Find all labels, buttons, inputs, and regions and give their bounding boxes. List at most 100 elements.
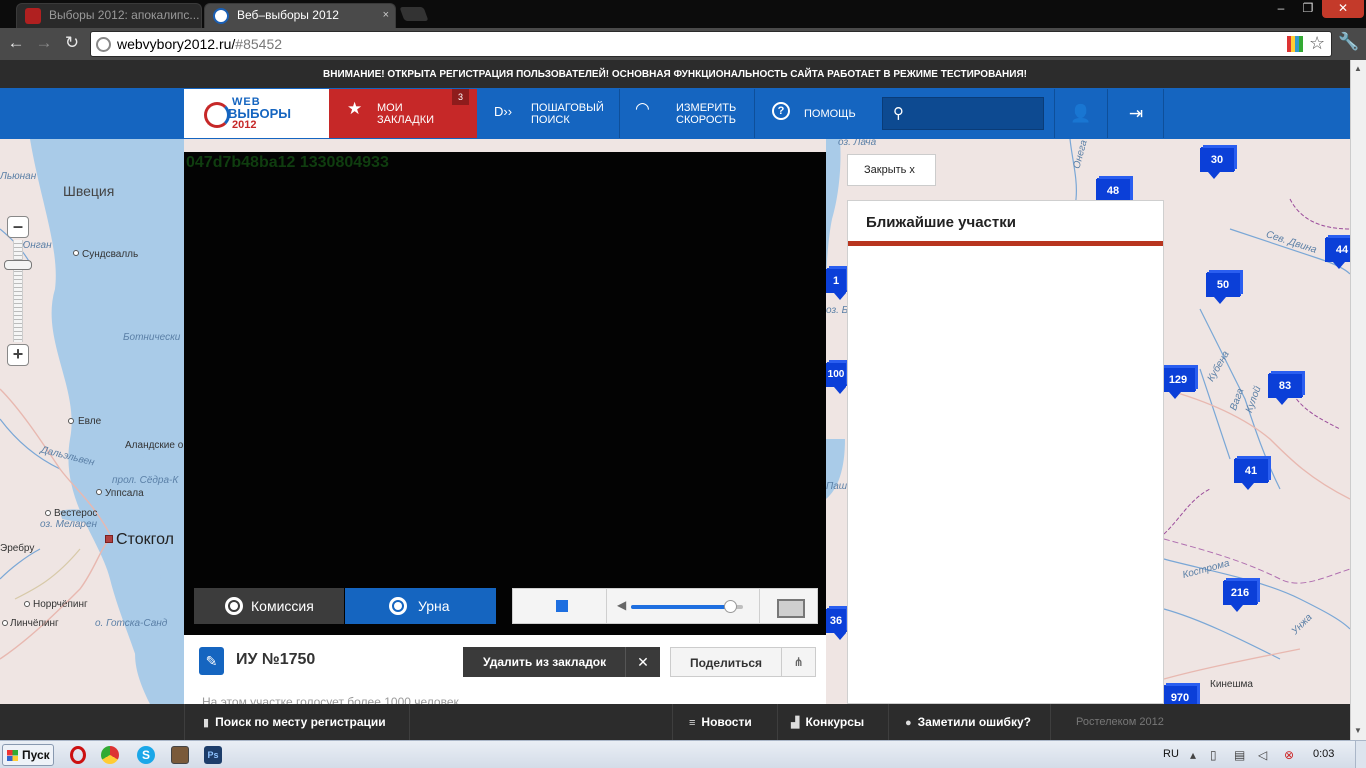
start-button[interactable]: Пуск xyxy=(2,744,54,766)
tray-up-arrow-icon[interactable]: ▴ xyxy=(1190,748,1196,762)
station-cluster-marker[interactable]: 83 xyxy=(1268,374,1302,405)
window-maximize-button[interactable]: ❐ xyxy=(1295,0,1321,18)
scroll-down-icon[interactable]: ▼ xyxy=(1354,726,1362,735)
back-arrow-icon[interactable]: ← xyxy=(5,32,27,54)
fullscreen-button[interactable] xyxy=(759,589,817,623)
video-stream-panel[interactable]: 047d7b48ba12 1330804933 Комиссия Урна ◀ xyxy=(184,152,826,635)
map-label-linkoping: Линчёпинг xyxy=(10,618,59,629)
zoom-in-button[interactable]: + xyxy=(7,344,29,366)
tab-title: Выборы 2012: апокалипс... xyxy=(49,8,200,22)
user-profile-button[interactable]: 👤 xyxy=(1054,89,1108,138)
station-cluster-marker[interactable]: 1 xyxy=(826,269,846,300)
station-cluster-marker[interactable]: 41 xyxy=(1234,459,1268,490)
camera-commission-label: Комиссия xyxy=(251,598,314,614)
map-label-norrkoping: Норрчёпинг xyxy=(33,599,88,610)
city-dot xyxy=(45,510,51,516)
map-label-aland: Аландские о xyxy=(125,440,184,451)
address-url[interactable]: webvybory2012.ru/#85452 xyxy=(117,36,282,52)
tray-alert-icon[interactable]: ⊗ xyxy=(1284,748,1294,762)
tray-device-icon[interactable]: ▯ xyxy=(1210,748,1217,762)
city-dot xyxy=(68,418,74,424)
station-cluster-marker[interactable]: 36 xyxy=(826,609,846,640)
logout-button[interactable]: ⇥ xyxy=(1109,89,1164,138)
nav-bookmarks-line1: МОИ xyxy=(377,102,403,114)
contests-link[interactable]: ▟ Конкурсы xyxy=(777,704,880,740)
browser-tab-active[interactable]: Веб–выборы 2012 × xyxy=(204,3,396,28)
show-desktop-button[interactable] xyxy=(1355,741,1366,768)
map-zoom-control: – + xyxy=(4,216,32,366)
window-minimize-button[interactable]: – xyxy=(1268,0,1294,18)
registration-search-link[interactable]: ▮ Поиск по месту регистрации xyxy=(184,704,410,740)
bookmark-star-icon[interactable]: ☆ xyxy=(1309,33,1325,54)
station-cluster-marker[interactable]: 50 xyxy=(1206,273,1240,304)
nav-my-bookmarks[interactable]: ★ МОИ ЗАКЛАДКИ 3 xyxy=(329,89,477,138)
map-label-lacha: оз. Лача xyxy=(838,139,877,148)
new-tab-button[interactable] xyxy=(399,7,429,21)
search-icon[interactable]: ⚲ xyxy=(893,104,904,122)
station-cluster-marker[interactable]: 970 xyxy=(1163,686,1197,704)
chrome-app-icon[interactable] xyxy=(101,746,119,764)
registration-notice: ВНИМАНИЕ! ОТКРЫТА РЕГИСТРАЦИЯ ПОЛЬЗОВАТЕ… xyxy=(0,60,1350,88)
station-cluster-marker[interactable]: 100 xyxy=(826,363,846,394)
volume-thumb[interactable] xyxy=(723,600,737,613)
skype-app-icon[interactable]: S xyxy=(137,746,155,764)
browser-tab-inactive[interactable]: Выборы 2012: апокалипс... xyxy=(16,3,202,28)
step-arrows-icon: D›› xyxy=(494,104,513,119)
map-label-sundsvall: Сундсвалль xyxy=(82,249,139,260)
map-label-kineshma: Кинешма xyxy=(1210,679,1253,690)
camera-commission-button[interactable]: Комиссия xyxy=(194,588,344,624)
user-icon: 👤 xyxy=(1070,104,1092,123)
logout-icon: ⇥ xyxy=(1128,104,1144,123)
close-icon: ✕ xyxy=(625,647,660,677)
nav-measure-speed[interactable]: ◠ ИЗМЕРИТЬ СКОРОСТЬ xyxy=(621,89,755,138)
speedometer-icon: ◠ xyxy=(635,99,650,118)
map-label-gotska: о. Готска-Санд xyxy=(95,618,168,629)
site-search-input[interactable] xyxy=(915,104,1037,124)
logo-check-icon xyxy=(204,102,230,128)
nav-speed-line1: ИЗМЕРИТЬ xyxy=(676,102,737,114)
nav-help[interactable]: ? ПОМОЩЬ xyxy=(756,89,878,138)
nav-step-search[interactable]: D›› ПОШАГОВЫЙ ПОИСК xyxy=(478,89,620,138)
page-scrollbar[interactable]: ▲ ▼ xyxy=(1350,60,1366,740)
keyboard-language[interactable]: RU xyxy=(1163,748,1179,760)
zoom-slider-track[interactable] xyxy=(13,240,23,342)
remove-bookmark-button[interactable]: Удалить из закладок ✕ xyxy=(463,647,660,677)
extension-icon[interactable] xyxy=(1287,36,1303,52)
station-cluster-marker[interactable]: 44 xyxy=(1325,238,1350,269)
voters-note: На этом участке голосует более 1000 чело… xyxy=(202,695,459,704)
window-close-button[interactable]: ✕ xyxy=(1322,0,1364,18)
volume-slider[interactable] xyxy=(631,600,743,613)
share-button[interactable]: Поделиться ⋔ xyxy=(670,647,816,677)
image-app-icon[interactable] xyxy=(171,746,189,764)
title-divider xyxy=(848,241,1163,246)
wrench-menu-icon[interactable]: 🔧 xyxy=(1338,32,1359,52)
report-error-link[interactable]: ● Заметили ошибку? xyxy=(888,704,1051,740)
speech-bubble-icon: ● xyxy=(905,717,912,729)
tray-network-icon[interactable]: ▤ xyxy=(1234,748,1245,762)
forward-arrow-icon[interactable]: → xyxy=(33,32,55,54)
stop-button[interactable] xyxy=(513,589,607,623)
station-cluster-marker[interactable]: 30 xyxy=(1200,148,1234,179)
map-label-malaren: оз. Меларен xyxy=(40,519,98,530)
station-cluster-marker[interactable]: 216 xyxy=(1223,581,1257,612)
scroll-up-icon[interactable]: ▲ xyxy=(1354,64,1362,73)
news-link[interactable]: ≡ Новости xyxy=(672,704,769,740)
reload-icon[interactable]: ↻ xyxy=(61,32,83,54)
tab-close-icon[interactable]: × xyxy=(383,4,389,27)
map-label-orebro: Эребру xyxy=(0,543,35,554)
nav-bookmarks-line2: ЗАКЛАДКИ xyxy=(377,114,435,126)
system-clock[interactable]: 0:03 xyxy=(1313,748,1334,760)
station-cluster-marker[interactable]: 129 xyxy=(1161,368,1195,399)
close-nearby-button[interactable]: Закрыть x xyxy=(847,154,936,186)
site-logo[interactable]: WEB ВЫБОРЫ 2012 xyxy=(184,89,329,138)
map-label-sweden: Швеция xyxy=(63,183,115,199)
tray-volume-icon[interactable]: ◁ xyxy=(1258,748,1267,762)
camera-urn-button[interactable]: Урна xyxy=(345,588,496,624)
photoshop-app-icon[interactable]: Ps xyxy=(204,746,222,764)
ballot-icon: ✎ xyxy=(199,647,224,675)
address-bar[interactable]: webvybory2012.ru/#85452 ☆ xyxy=(90,31,1332,57)
opera-app-icon[interactable] xyxy=(70,746,86,764)
zoom-out-button[interactable]: – xyxy=(7,216,29,238)
volume-icon[interactable]: ◀ xyxy=(617,598,626,612)
zoom-slider-thumb[interactable] xyxy=(4,260,32,270)
